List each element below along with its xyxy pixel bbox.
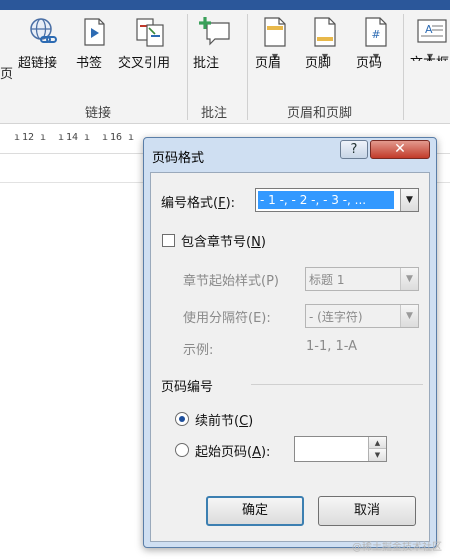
separator-select[interactable]: - (连字符) ▼: [305, 304, 419, 328]
hyperlink-icon: [30, 18, 57, 43]
continue-radio[interactable]: [175, 412, 189, 426]
header-button[interactable]: 页眉 ▼: [255, 16, 295, 71]
chevron-down-icon[interactable]: ▼: [400, 305, 418, 327]
continue-label[interactable]: 续前节(C): [195, 410, 253, 429]
group-label-comments: 批注: [201, 106, 228, 121]
group-divider: [187, 14, 188, 120]
chapter-style-label: 章节起始样式(P): [183, 274, 279, 289]
group-divider: [247, 14, 248, 120]
separator-label: 使用分隔符(E):: [183, 311, 271, 326]
group-label-links: 链接: [85, 106, 112, 121]
footer-icon: [314, 17, 336, 47]
include-chapter-checkbox[interactable]: [162, 234, 175, 247]
ruler-tick-label: 16: [110, 132, 123, 143]
page-number-button[interactable]: # 页码 ▼: [356, 16, 396, 71]
include-chapter-label[interactable]: 包含章节号(N): [181, 231, 266, 250]
title-bar-strip: [0, 0, 450, 10]
group-divider: [403, 14, 404, 120]
header-icon: [264, 17, 286, 47]
group-label-header-footer: 页眉和页脚: [287, 106, 353, 121]
page-number-format-dialog: 页码格式 ? ✕ 编号格式(F): - 1 -, - 2 -, - 3 -, .…: [143, 137, 437, 548]
ruler-tick-label: 12: [22, 132, 35, 143]
bookmark-icon: [84, 18, 105, 46]
cancel-button[interactable]: 取消: [318, 496, 416, 526]
spin-up-icon[interactable]: ▲: [368, 437, 386, 449]
number-format-select[interactable]: - 1 -, - 2 -, - 3 -, ... ▼: [255, 188, 419, 212]
close-button[interactable]: ✕: [370, 140, 430, 159]
hyperlink-button[interactable]: 超链接: [18, 16, 68, 71]
chevron-down-icon[interactable]: ▼: [400, 268, 418, 290]
bookmark-button[interactable]: 书签: [76, 16, 112, 71]
help-button[interactable]: ?: [340, 140, 368, 159]
start-at-spinner[interactable]: ▲ ▼: [294, 436, 387, 462]
cross-reference-button[interactable]: 交叉引用: [118, 16, 182, 71]
ok-button[interactable]: 确定: [206, 496, 304, 526]
number-format-label: 编号格式(F):: [161, 196, 236, 211]
page-number-icon: #: [365, 17, 387, 47]
dialog-titlebar[interactable]: 页码格式 ? ✕: [144, 138, 436, 172]
start-at-radio[interactable]: [175, 443, 189, 457]
dialog-body: 编号格式(F): - 1 -, - 2 -, - 3 -, ... ▼ 包含章节…: [150, 172, 430, 542]
spin-down-icon[interactable]: ▼: [368, 449, 386, 461]
example-label: 示例:: [183, 343, 214, 358]
svg-text:#: #: [371, 28, 380, 41]
chevron-down-icon[interactable]: ▼: [400, 189, 418, 211]
textbox-icon: A: [417, 19, 447, 43]
comment-icon: [199, 17, 230, 46]
ribbon-partial-label: 页: [0, 67, 14, 82]
start-at-label[interactable]: 起始页码(A):: [195, 441, 270, 460]
cross-reference-icon: [136, 18, 164, 47]
section-divider: [251, 384, 423, 385]
ribbon: 页 超链接 书签 交叉引用 批注 页眉 ▼ 页脚 ▼ # 页码 ▼ A ▼ 链接…: [0, 10, 450, 124]
footer-button[interactable]: 页脚 ▼: [305, 16, 345, 71]
watermark: @稀土掘金技术社区: [352, 542, 442, 553]
example-value: 1-1, 1-A: [306, 339, 358, 354]
dialog-title: 页码格式: [152, 151, 205, 166]
svg-text:A: A: [425, 23, 433, 36]
textbox-button[interactable]: A 文本框 ▼: [410, 16, 450, 61]
ruler-tick-label: 14: [66, 132, 79, 143]
comment-button[interactable]: 批注: [193, 16, 237, 71]
page-numbering-section-label: 页码编号: [161, 380, 214, 395]
chapter-style-select[interactable]: 标题 1 ▼: [305, 267, 419, 291]
